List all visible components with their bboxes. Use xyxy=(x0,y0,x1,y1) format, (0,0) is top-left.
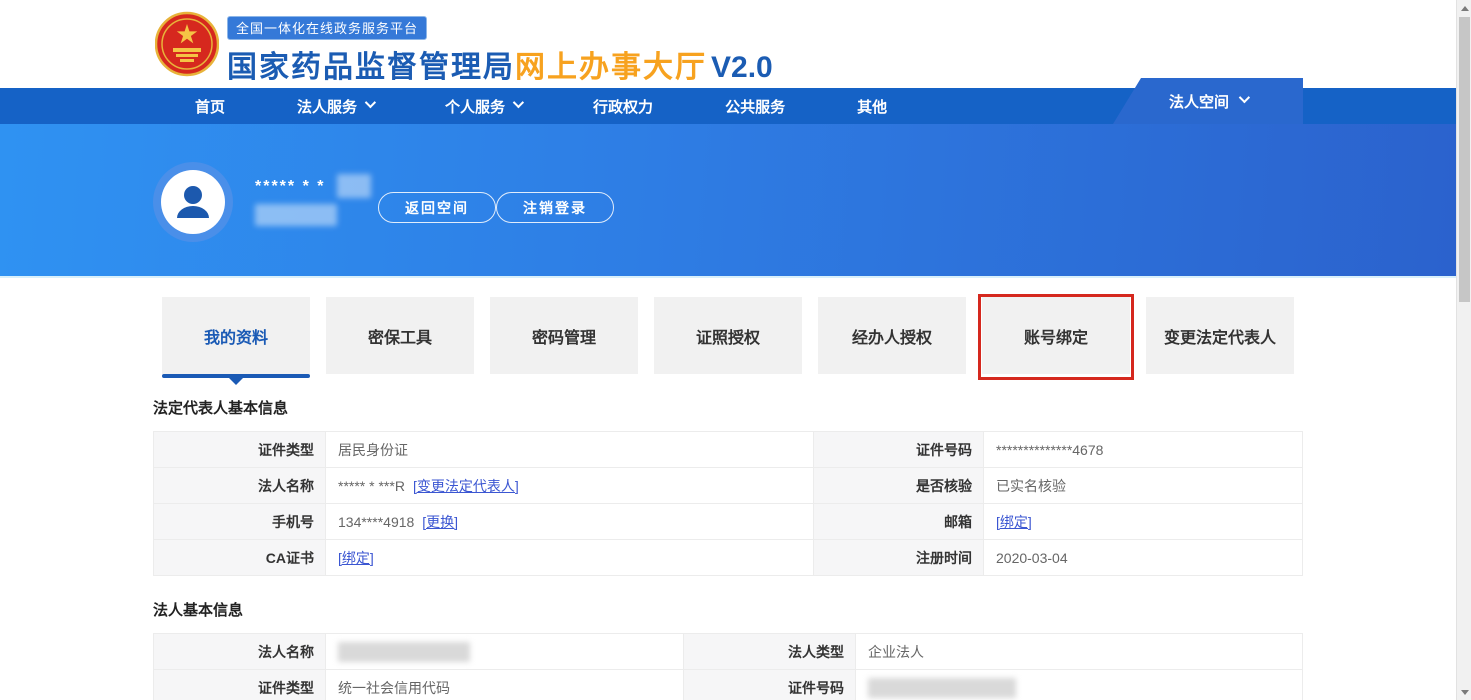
nav-item-admin-power[interactable]: 行政权力 xyxy=(593,96,653,117)
bind-ca-cert-link[interactable]: [绑定] xyxy=(338,548,374,568)
field-label: 证件类型 xyxy=(154,432,326,467)
field-label: 证件类型 xyxy=(154,670,326,700)
field-label: 手机号 xyxy=(154,504,326,539)
site-version: V2.0 xyxy=(711,51,773,84)
table-row: 证件类型 居民身份证 证件号码 **************4678 xyxy=(154,432,1302,468)
field-label: 证件号码 xyxy=(814,432,984,467)
tab-account-binding[interactable]: 账号绑定 xyxy=(982,297,1130,374)
tab-change-legal-representative[interactable]: 变更法定代表人 xyxy=(1146,297,1294,374)
redacted-value-patch xyxy=(868,678,1016,698)
change-phone-link[interactable]: [更换] xyxy=(422,512,458,532)
tab-my-profile[interactable]: 我的资料 xyxy=(162,297,310,374)
platform-badge: 全国一体化在线政务服务平台 xyxy=(227,16,427,40)
scroll-up-arrow-icon[interactable] xyxy=(1457,0,1471,16)
field-value: ***** * ***R [变更法定代表人] xyxy=(326,468,814,503)
legal-rep-info-table: 证件类型 居民身份证 证件号码 **************4678 法人名称 … xyxy=(153,431,1303,576)
main-content: 法定代表人基本信息 证件类型 居民身份证 证件号码 **************… xyxy=(153,397,1303,700)
field-value xyxy=(326,634,684,669)
scroll-down-arrow-icon[interactable] xyxy=(1457,684,1471,700)
change-legal-rep-link[interactable]: [变更法定代表人] xyxy=(413,476,519,496)
field-label: 是否核验 xyxy=(814,468,984,503)
table-row: 手机号 134****4918 [更换] 邮箱 [绑定] xyxy=(154,504,1302,540)
redacted-name-patch xyxy=(337,174,371,198)
field-value: [绑定] xyxy=(326,540,814,575)
field-value: 已实名核验 xyxy=(984,468,1302,503)
site-title-main: 国家药品监督管理局 xyxy=(227,51,515,84)
field-value: 统一社会信用代码 xyxy=(326,670,684,700)
field-label: 法人名称 xyxy=(154,634,326,669)
tab-license-authorization[interactable]: 证照授权 xyxy=(654,297,802,374)
vertical-scrollbar[interactable] xyxy=(1456,0,1471,700)
masked-user-name: ***** * * xyxy=(255,178,325,196)
return-space-button[interactable]: 返回空间 xyxy=(378,192,496,223)
field-value: 134****4918 [更换] xyxy=(326,504,814,539)
field-label: 法人类型 xyxy=(684,634,856,669)
site-title: 国家药品监督管理局网上办事大厅V2.0 xyxy=(227,42,773,86)
table-row: 法人名称 ***** * ***R [变更法定代表人] 是否核验 已实名核验 xyxy=(154,468,1302,504)
nav-item-other[interactable]: 其他 xyxy=(857,96,887,117)
nav-item-personal-services[interactable]: 个人服务 xyxy=(445,96,521,117)
main-nav: 首页 法人服务 个人服务 行政权力 公共服务 其他 法人空间 xyxy=(0,88,1456,124)
tab-agent-authorization[interactable]: 经办人授权 xyxy=(818,297,966,374)
field-label: 证件号码 xyxy=(684,670,856,700)
tab-password-management[interactable]: 密码管理 xyxy=(490,297,638,374)
field-value: **************4678 xyxy=(984,432,1302,467)
page: 全国一体化在线政务服务平台 国家药品监督管理局网上办事大厅V2.0 首页 法人服… xyxy=(0,0,1456,700)
profile-tabs: 我的资料 密保工具 密码管理 证照授权 经办人授权 账号绑定 变更法定代表人 xyxy=(162,297,1456,374)
table-row: 证件类型 统一社会信用代码 证件号码 xyxy=(154,670,1302,700)
field-value: 居民身份证 xyxy=(326,432,814,467)
legal-entity-info-table: 法人名称 法人类型 企业法人 证件类型 统一社会信用代码 证件号码 xyxy=(153,633,1303,700)
table-row: 法人名称 法人类型 企业法人 xyxy=(154,634,1302,670)
nav-item-public-services[interactable]: 公共服务 xyxy=(725,96,785,117)
user-banner: ***** * * 返回空间 注销登录 xyxy=(0,124,1456,278)
redacted-subline-patch xyxy=(255,204,337,226)
bind-email-link[interactable]: [绑定] xyxy=(996,512,1032,532)
chevron-down-icon xyxy=(365,97,376,108)
chevron-down-icon xyxy=(513,97,524,108)
table-row: CA证书 [绑定] 注册时间 2020-03-04 xyxy=(154,540,1302,576)
field-value xyxy=(856,670,1302,700)
nav-item-legal-services[interactable]: 法人服务 xyxy=(297,96,373,117)
section-title-legal-entity-info: 法人基本信息 xyxy=(153,599,1303,620)
tab-security-tools[interactable]: 密保工具 xyxy=(326,297,474,374)
chevron-down-icon xyxy=(1239,92,1250,103)
field-value: 2020-03-04 xyxy=(984,540,1302,575)
user-icon xyxy=(171,180,215,224)
field-value: 企业法人 xyxy=(856,634,1302,669)
nav-item-home[interactable]: 首页 xyxy=(195,96,225,117)
site-title-accent: 网上办事大厅 xyxy=(515,51,707,84)
field-label: 注册时间 xyxy=(814,540,984,575)
scrollbar-thumb[interactable] xyxy=(1459,17,1470,302)
field-value: [绑定] xyxy=(984,504,1302,539)
active-tab-underline xyxy=(162,374,310,378)
site-header: 全国一体化在线政务服务平台 国家药品监督管理局网上办事大厅V2.0 xyxy=(0,0,1456,88)
avatar xyxy=(153,162,233,242)
field-label: 邮箱 xyxy=(814,504,984,539)
section-title-legal-rep-info: 法定代表人基本信息 xyxy=(153,397,1303,418)
field-label: CA证书 xyxy=(154,540,326,575)
legal-person-space-tab[interactable]: 法人空间 xyxy=(1113,78,1303,124)
logout-button[interactable]: 注销登录 xyxy=(496,192,614,223)
field-label: 法人名称 xyxy=(154,468,326,503)
logo: 全国一体化在线政务服务平台 国家药品监督管理局网上办事大厅V2.0 xyxy=(155,10,773,86)
national-emblem-icon xyxy=(155,10,219,78)
redacted-value-patch xyxy=(338,642,470,662)
